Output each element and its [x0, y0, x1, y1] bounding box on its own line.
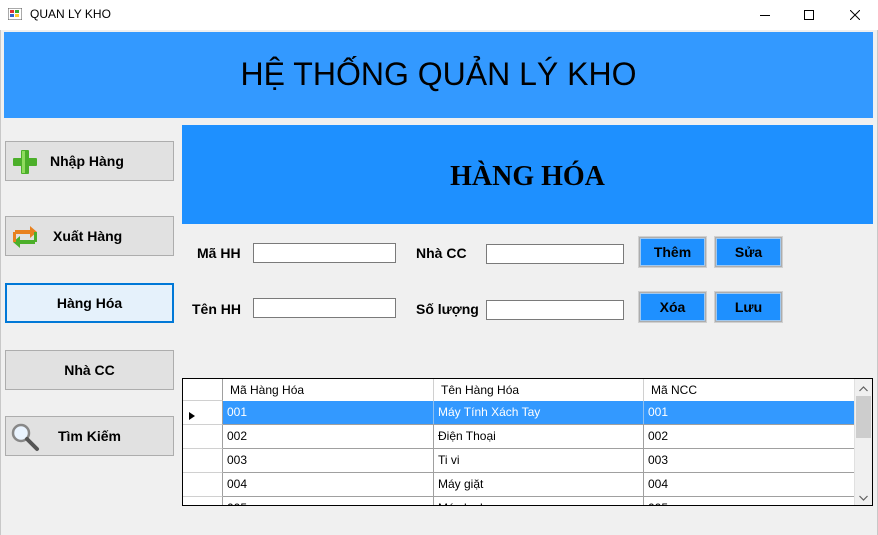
close-button[interactable] — [832, 0, 878, 30]
scroll-up-button[interactable] — [855, 379, 872, 396]
sidebar-item-hang-hoa[interactable]: Hàng Hóa — [5, 283, 174, 323]
minimize-button[interactable] — [742, 0, 788, 30]
so-luong-label: Số lượng — [416, 301, 479, 317]
sidebar-item-label: Hàng Hóa — [56, 295, 123, 311]
sidebar-item-nhap-hang[interactable]: Nhập Hàng — [5, 141, 174, 181]
close-icon — [850, 10, 860, 20]
add-button[interactable]: Thêm — [638, 236, 707, 268]
table-row[interactable]: 002 Điện Thoại 002 — [223, 425, 855, 449]
row-header[interactable] — [183, 473, 223, 497]
scroll-down-button[interactable] — [855, 488, 872, 505]
minimize-icon — [760, 10, 770, 20]
cell-ma-ncc[interactable]: 004 — [644, 473, 855, 496]
section-title: HÀNG HÓA — [450, 161, 605, 192]
cell-ten-hang-hoa[interactable]: Máy lạnh — [434, 497, 644, 505]
cell-ten-hang-hoa[interactable]: Ti vi — [434, 449, 644, 472]
edit-button[interactable]: Sửa — [714, 236, 783, 268]
products-grid[interactable]: Mã Hàng Hóa Tên Hàng Hóa Mã NCC 001 Máy … — [182, 378, 873, 506]
table-row[interactable]: 005 Máy lạnh 005 — [223, 497, 855, 505]
save-button[interactable]: Lưu — [714, 291, 783, 323]
table-row[interactable]: 004 Máy giặt 004 — [223, 473, 855, 497]
delete-button-label: Xóa — [640, 293, 705, 321]
sidebar-item-xuat-hang[interactable]: Xuất Hàng — [5, 216, 174, 256]
maximize-icon — [804, 10, 814, 20]
cell-ma-hang-hoa[interactable]: 002 — [223, 425, 434, 448]
maximize-button[interactable] — [786, 0, 832, 30]
sidebar-item-nha-cc[interactable]: Nhà CC — [5, 350, 174, 390]
grid-header: Mã Hàng Hóa Tên Hàng Hóa Mã NCC — [223, 379, 855, 402]
ma-hh-label: Mã HH — [197, 245, 241, 261]
grid-corner-header — [183, 379, 223, 401]
ma-hh-input[interactable] — [253, 243, 396, 263]
ten-hh-input[interactable] — [253, 298, 396, 318]
vertical-scrollbar[interactable] — [854, 379, 872, 505]
cell-ma-ncc[interactable]: 003 — [644, 449, 855, 472]
chevron-down-icon — [859, 490, 868, 504]
column-header-ma-ncc[interactable]: Mã NCC — [644, 379, 855, 401]
plus-icon — [10, 147, 40, 177]
exchange-icon — [10, 222, 40, 252]
nha-cc-input[interactable] — [486, 244, 624, 264]
current-row-arrow-icon — [189, 409, 195, 423]
app-icon — [7, 7, 23, 21]
cell-ten-hang-hoa[interactable]: Máy giặt — [434, 473, 644, 496]
row-header[interactable] — [183, 449, 223, 473]
cell-ten-hang-hoa[interactable]: Máy Tính Xách Tay — [434, 401, 644, 424]
ten-hh-label: Tên HH — [192, 301, 241, 317]
row-header[interactable] — [183, 401, 223, 425]
title-bar: QUAN LY KHO — [0, 0, 878, 30]
delete-button[interactable]: Xóa — [638, 291, 707, 323]
sidebar-item-label: Nhà CC — [64, 362, 115, 378]
column-header-ten-hang-hoa[interactable]: Tên Hàng Hóa — [434, 379, 644, 401]
sidebar-item-label: Nhập Hàng — [50, 153, 124, 169]
sidebar-item-label: Tìm Kiếm — [57, 428, 121, 444]
nha-cc-label: Nhà CC — [416, 245, 467, 261]
cell-ma-ncc[interactable]: 002 — [644, 425, 855, 448]
column-header-ma-hang-hoa[interactable]: Mã Hàng Hóa — [223, 379, 434, 401]
sidebar-item-tim-kiem[interactable]: Tìm Kiếm — [5, 416, 174, 456]
scroll-thumb[interactable] — [856, 396, 871, 438]
chevron-up-icon — [859, 381, 868, 395]
table-row[interactable]: 003 Ti vi 003 — [223, 449, 855, 473]
so-luong-input[interactable] — [486, 300, 624, 320]
edit-button-label: Sửa — [716, 238, 781, 266]
save-button-label: Lưu — [716, 293, 781, 321]
row-header[interactable] — [183, 497, 223, 505]
header-banner: HỆ THỐNG QUẢN LÝ KHO — [4, 32, 873, 118]
window-frame-left — [0, 30, 1, 535]
add-button-label: Thêm — [640, 238, 705, 266]
window-title: QUAN LY KHO — [30, 7, 111, 21]
cell-ma-hang-hoa[interactable]: 001 — [223, 401, 434, 424]
row-header[interactable] — [183, 425, 223, 449]
sidebar-item-label: Xuất Hàng — [53, 228, 123, 244]
app-title: HỆ THỐNG QUẢN LÝ KHO — [240, 56, 637, 92]
cell-ma-hang-hoa[interactable]: 005 — [223, 497, 434, 505]
section-banner: HÀNG HÓA — [182, 125, 873, 224]
cell-ma-ncc[interactable]: 001 — [644, 401, 855, 424]
cell-ma-hang-hoa[interactable]: 004 — [223, 473, 434, 496]
cell-ma-ncc[interactable]: 005 — [644, 497, 855, 505]
table-row[interactable]: 001 Máy Tính Xách Tay 001 — [223, 401, 855, 425]
cell-ma-hang-hoa[interactable]: 003 — [223, 449, 434, 472]
cell-ten-hang-hoa[interactable]: Điện Thoại — [434, 425, 644, 448]
